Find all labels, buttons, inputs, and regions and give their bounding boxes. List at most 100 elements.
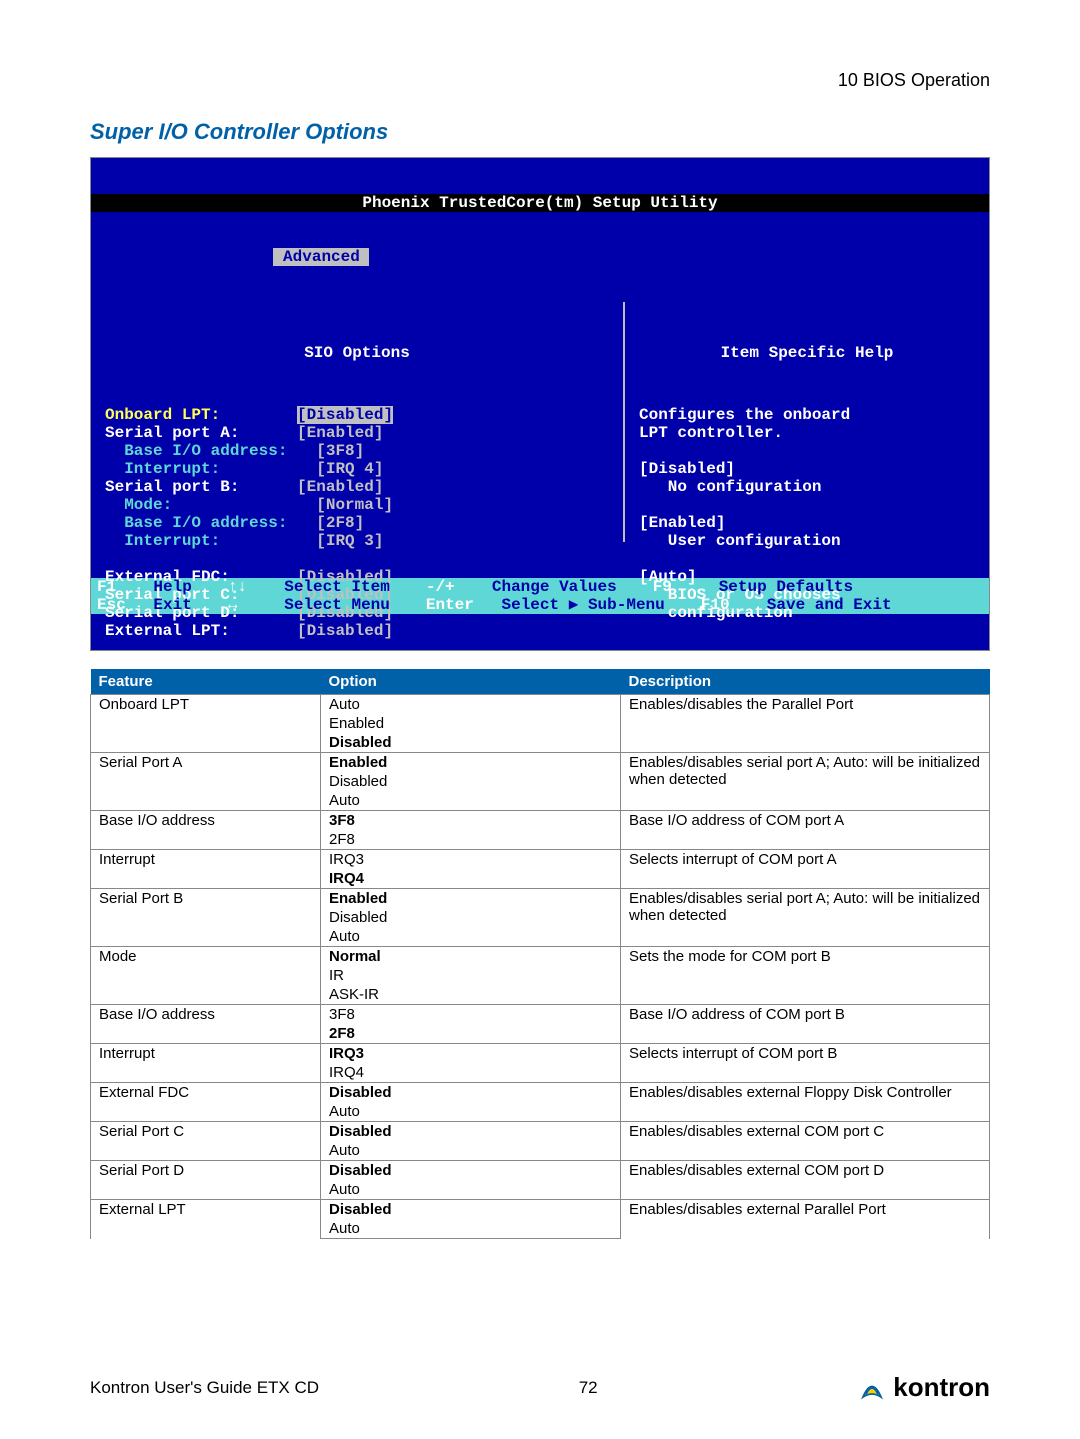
bios-item-value: [Disabled] [297, 622, 393, 640]
bios-item-value: [3F8] [316, 442, 364, 460]
bios-item-label: Interrupt: [105, 460, 316, 478]
bios-left-title: SIO Options [105, 344, 609, 362]
option-cell: IRQ4 [321, 1063, 621, 1083]
key-plusminus-label: Change Values [492, 578, 635, 596]
option-cell: Enabled [321, 889, 621, 909]
key-f9-label: Setup Defaults [719, 578, 871, 596]
logo-text: kontron [893, 1372, 990, 1403]
key-esc-label: Exit [153, 596, 209, 614]
description-cell: Enables/disables serial port A; Auto: wi… [621, 889, 990, 947]
feature-cell: External FDC [91, 1083, 321, 1122]
key-plusminus: -/+ [426, 578, 473, 596]
bios-item-label: Base I/O address: [105, 514, 316, 532]
option-cell: 2F8 [321, 830, 621, 850]
kontron-logo: kontron [857, 1372, 990, 1403]
bios-item-value: [2F8] [316, 514, 364, 532]
option-cell: Disabled [321, 733, 621, 753]
option-cell: 2F8 [321, 1024, 621, 1044]
option-cell: Enabled [321, 753, 621, 773]
option-cell: Disabled [321, 1200, 621, 1220]
feature-cell: Serial Port D [91, 1161, 321, 1200]
option-cell: Enabled [321, 714, 621, 733]
bios-footer: F1 Help ↑↓ Select Item -/+ Change Values… [91, 578, 989, 614]
feature-cell: Interrupt [91, 850, 321, 889]
bios-item-label: Base I/O address: [105, 442, 316, 460]
key-f10-label: Save and Exit [767, 596, 910, 614]
bios-item-value: [Disabled] [297, 406, 393, 424]
bios-item-label: Interrupt: [105, 532, 316, 550]
description-cell: Enables/disables external Parallel Port [621, 1200, 990, 1239]
option-cell: ASK-IR [321, 985, 621, 1005]
key-f1-label: Help [153, 578, 209, 596]
key-updown: ↑↓ [228, 578, 265, 596]
feature-cell: Serial Port C [91, 1122, 321, 1161]
feature-cell: Serial Port A [91, 753, 321, 811]
option-cell: IRQ3 [321, 850, 621, 870]
option-cell: Normal [321, 947, 621, 967]
page-header: 10 BIOS Operation [90, 70, 990, 91]
option-cell: Auto [321, 927, 621, 947]
option-cell: Disabled [321, 772, 621, 791]
option-cell: Auto [321, 695, 621, 715]
key-enter-label: Select ▶ Sub-Menu [502, 596, 683, 614]
footer-left: Kontron User's Guide ETX CD [90, 1378, 319, 1398]
description-cell: Selects interrupt of COM port A [621, 850, 990, 889]
feature-cell: External LPT [91, 1200, 321, 1239]
logo-icon [857, 1373, 887, 1403]
bios-right-title: Item Specific Help [639, 344, 975, 362]
key-enter: Enter [426, 596, 492, 614]
key-f1: F1 [97, 578, 134, 596]
option-cell: 3F8 [321, 1005, 621, 1025]
description-cell: Selects interrupt of COM port B [621, 1044, 990, 1083]
option-cell: Disabled [321, 1161, 621, 1181]
features-table: Feature Option Description Onboard LPTAu… [90, 669, 990, 1239]
bios-item-value: [Enabled] [297, 424, 383, 442]
bios-title: Phoenix TrustedCore(tm) Setup Utility [91, 194, 989, 212]
option-cell: IRQ4 [321, 869, 621, 889]
description-cell: Enables/disables the Parallel Port [621, 695, 990, 753]
option-cell: Auto [321, 1180, 621, 1200]
bios-item-label: Onboard LPT: [105, 406, 297, 424]
option-cell: Auto [321, 1141, 621, 1161]
option-cell: IRQ3 [321, 1044, 621, 1064]
option-cell: 3F8 [321, 811, 621, 831]
option-cell: Disabled [321, 1122, 621, 1142]
bios-item-label [105, 550, 297, 568]
feature-cell: Base I/O address [91, 1005, 321, 1044]
bios-item-value: [IRQ 3] [316, 532, 383, 550]
bios-tabbar: Advanced [91, 248, 989, 266]
bios-item-value: [Enabled] [297, 478, 383, 496]
option-cell: Disabled [321, 908, 621, 927]
bios-item-label: External LPT: [105, 622, 297, 640]
feature-cell: Base I/O address [91, 811, 321, 850]
description-cell: Enables/disables serial port A; Auto: wi… [621, 753, 990, 811]
key-f9: F9 [653, 578, 690, 596]
description-cell: Sets the mode for COM port B [621, 947, 990, 1005]
description-cell: Enables/disables external COM port D [621, 1161, 990, 1200]
bios-item-label: Serial port A: [105, 424, 297, 442]
option-cell: Auto [321, 1219, 621, 1239]
description-cell: Base I/O address of COM port A [621, 811, 990, 850]
section-title: Super I/O Controller Options [90, 119, 990, 145]
option-cell: IR [321, 966, 621, 985]
bios-tab-advanced: Advanced [283, 248, 360, 266]
description-cell: Base I/O address of COM port B [621, 1005, 990, 1044]
footer-page: 72 [579, 1378, 598, 1398]
bios-screenshot: Phoenix TrustedCore(tm) Setup Utility Ad… [90, 157, 990, 651]
option-cell: Auto [321, 791, 621, 811]
key-updown-label: Select Item [284, 578, 408, 596]
key-f10: F10 [701, 596, 748, 614]
feature-cell: Serial Port B [91, 889, 321, 947]
bios-item-value: [Normal] [316, 496, 393, 514]
description-cell: Enables/disables external COM port C [621, 1122, 990, 1161]
feature-cell: Interrupt [91, 1044, 321, 1083]
key-esc: Esc [97, 596, 144, 614]
feature-cell: Onboard LPT [91, 695, 321, 753]
col-desc: Description [621, 669, 990, 695]
option-cell: Auto [321, 1102, 621, 1122]
bios-item-label: Mode: [105, 496, 316, 514]
feature-cell: Mode [91, 947, 321, 1005]
bios-item-value: [IRQ 4] [316, 460, 383, 478]
option-cell: Disabled [321, 1083, 621, 1103]
key-leftright: ↔ [228, 596, 256, 614]
